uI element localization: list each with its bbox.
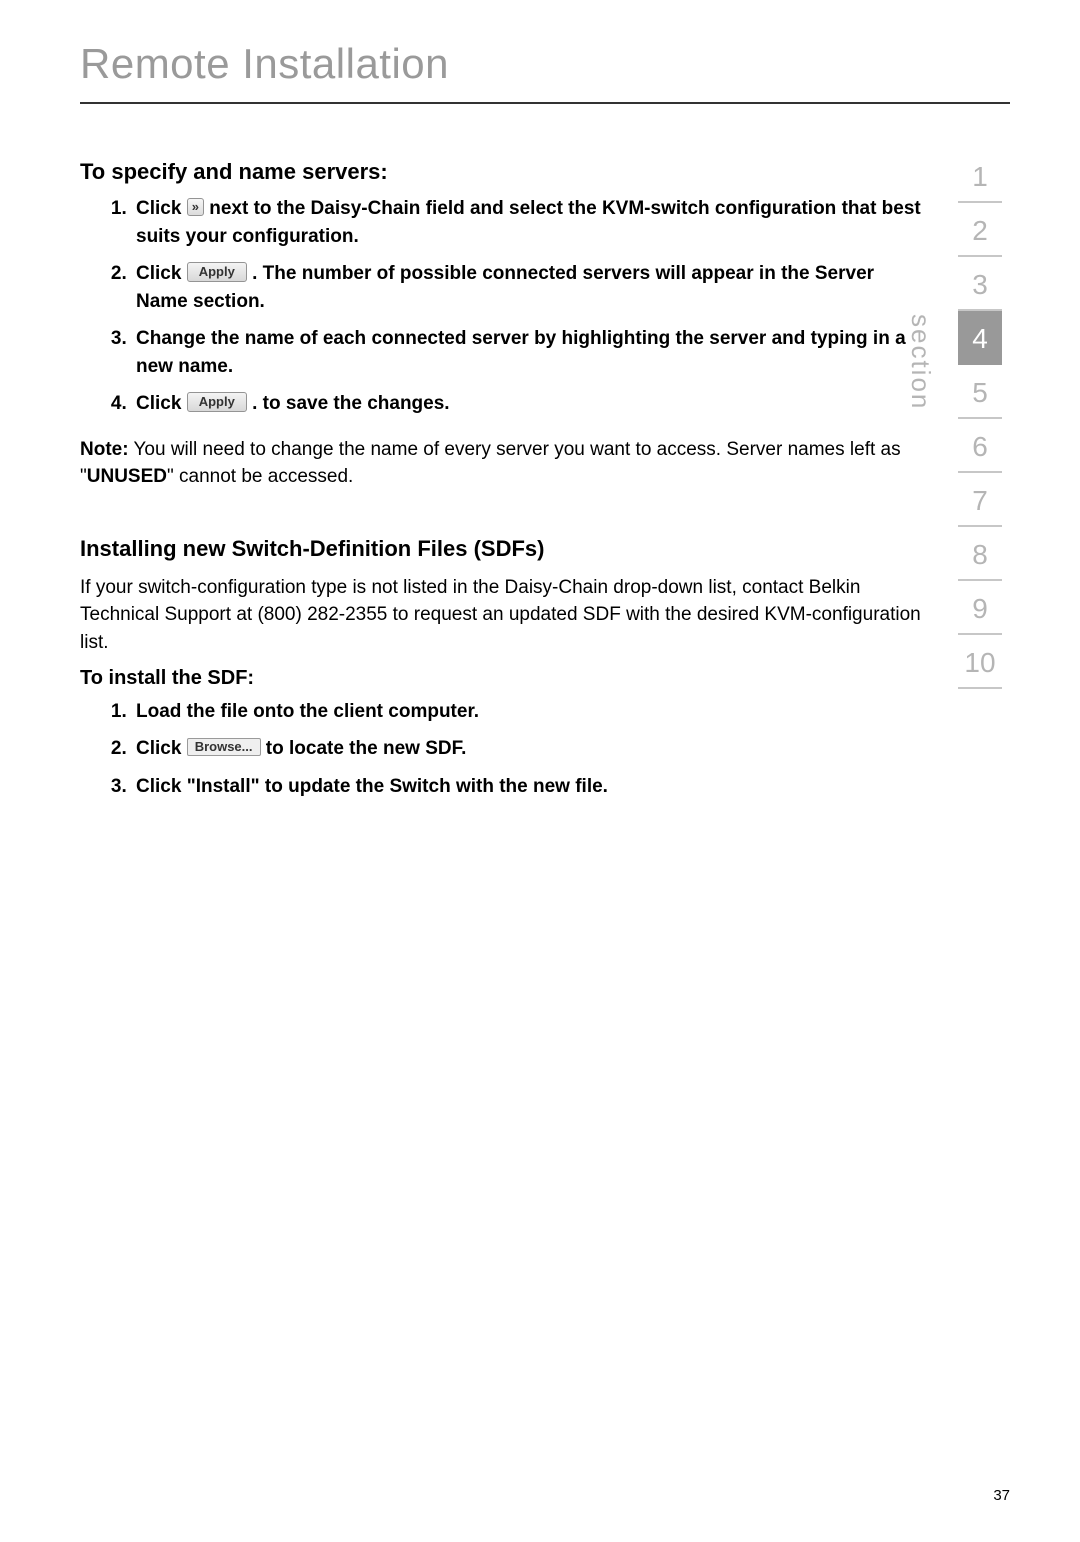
step-4-text-b: . to save the changes. [252, 393, 449, 414]
section-tab-10[interactable]: 10 [958, 635, 1002, 689]
section-tab-7[interactable]: 7 [958, 473, 1002, 527]
document-page: Remote Installation To specify and name … [0, 0, 1080, 1542]
sdf-step-2: Click Browse... to locate the new SDF. [132, 735, 930, 763]
content-row: To specify and name servers: Click » nex… [80, 159, 1010, 818]
main-content: To specify and name servers: Click » nex… [80, 159, 950, 818]
page-number: 37 [993, 1487, 1010, 1504]
note-unused: UNUSED [87, 466, 167, 487]
step-1-text-b: next to the Daisy-Chain field and select… [136, 198, 921, 247]
page-title: Remote Installation [80, 40, 1010, 104]
section-tab-8[interactable]: 8 [958, 527, 1002, 581]
browse-button[interactable]: Browse... [187, 738, 261, 756]
sdf-step-3-text: Click "Install" to update the Switch wit… [136, 776, 608, 797]
sdf-paragraph: If your switch-configuration type is not… [80, 574, 930, 657]
sdf-step-3: Click "Install" to update the Switch wit… [132, 773, 930, 801]
chevron-icon[interactable]: » [187, 198, 204, 216]
section-nav-list: 12345678910 [950, 149, 1010, 689]
heading-install-sdf: To install the SDF: [80, 667, 930, 690]
step-4-text-a: Click [136, 393, 187, 414]
section-tab-6[interactable]: 6 [958, 419, 1002, 473]
section-tab-1[interactable]: 1 [958, 149, 1002, 203]
step-4: Click Apply . to save the changes. [132, 390, 930, 418]
section-tab-5[interactable]: 5 [958, 365, 1002, 419]
step-3: Change the name of each connected server… [132, 325, 930, 380]
steps-install-sdf: Load the file onto the client computer. … [80, 698, 930, 801]
step-3-text: Change the name of each connected server… [136, 328, 906, 377]
section-tab-4[interactable]: 4 [958, 311, 1002, 365]
apply-button[interactable]: Apply [187, 262, 247, 282]
step-1: Click » next to the Daisy-Chain field an… [132, 195, 930, 250]
section-sidebar: 12345678910 section [950, 149, 1010, 818]
heading-specify-servers: To specify and name servers: [80, 159, 930, 185]
step-2: Click Apply . The number of possible con… [132, 260, 930, 315]
section-tab-2[interactable]: 2 [958, 203, 1002, 257]
step-1-text-a: Click [136, 198, 187, 219]
apply-button-2[interactable]: Apply [187, 392, 247, 412]
note-label: Note: [80, 439, 129, 460]
section-tab-9[interactable]: 9 [958, 581, 1002, 635]
note-text-b: " cannot be accessed. [167, 466, 353, 487]
step-2-text-a: Click [136, 263, 187, 284]
steps-specify-servers: Click » next to the Daisy-Chain field an… [80, 195, 930, 418]
sdf-step-2-text-a: Click [136, 738, 187, 759]
sdf-step-1: Load the file onto the client computer. [132, 698, 930, 726]
sdf-step-1-text: Load the file onto the client computer. [136, 701, 479, 722]
sdf-step-2-text-b: to locate the new SDF. [266, 738, 467, 759]
section-tab-3[interactable]: 3 [958, 257, 1002, 311]
heading-installing-sdf: Installing new Switch-Definition Files (… [80, 536, 930, 562]
note-paragraph: Note: You will need to change the name o… [80, 436, 930, 491]
section-label: section [905, 314, 936, 410]
